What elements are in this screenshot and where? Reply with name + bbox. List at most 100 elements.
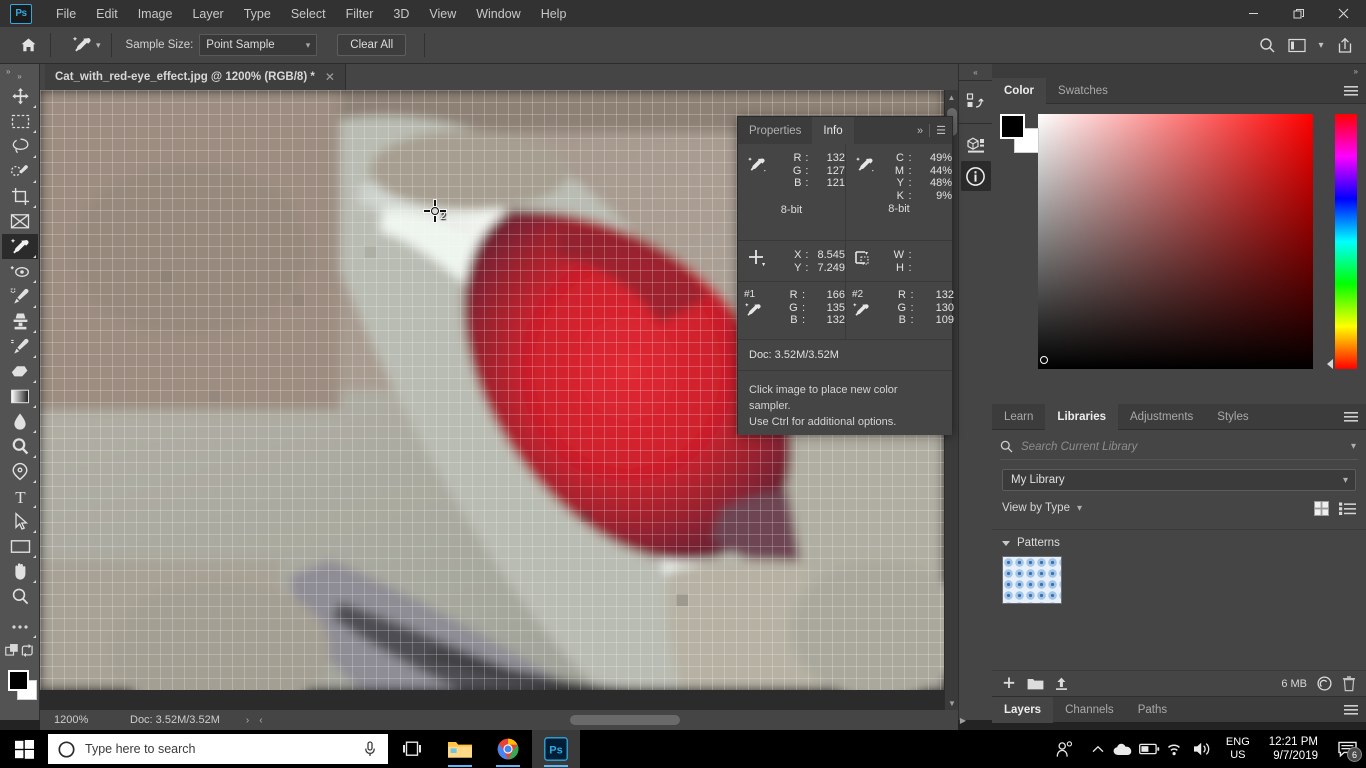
horizontal-scroll-thumb[interactable] <box>570 715 680 725</box>
color-panel-swatches[interactable] <box>1000 114 1040 154</box>
sidebar-tool-move[interactable] <box>2 84 38 109</box>
menu-file[interactable]: File <box>46 3 86 25</box>
upload-icon[interactable] <box>1054 676 1069 691</box>
library-search-field[interactable]: Search Current Library ▾ <box>1000 434 1358 460</box>
tab-adjustments[interactable]: Adjustments <box>1118 404 1205 430</box>
trash-icon[interactable] <box>1342 675 1356 692</box>
color-panel[interactable] <box>992 104 1366 404</box>
sidebar-tool-edit-toolbar[interactable] <box>2 614 38 639</box>
microphone-icon[interactable] <box>364 741 376 757</box>
tab-paths[interactable]: Paths <box>1126 697 1179 723</box>
3d-panel-icon-button[interactable] <box>961 129 991 159</box>
menu-view[interactable]: View <box>419 3 466 25</box>
sidebar-tool-history-brush[interactable] <box>2 334 38 359</box>
scroll-right-arrow[interactable]: ▶ <box>956 713 970 727</box>
file-explorer-button[interactable] <box>436 730 484 768</box>
tabbar-collapse-button[interactable]: » <box>6 67 10 76</box>
libraries-panel-menu-button[interactable] <box>1344 404 1358 430</box>
close-icon[interactable]: ✕ <box>325 70 335 84</box>
chevron-down-icon[interactable]: ▾ <box>1351 441 1356 452</box>
menu-edit[interactable]: Edit <box>86 3 128 25</box>
color-sampler-marker[interactable]: 2 <box>424 200 446 222</box>
sidebar-tool-eyedropper[interactable] <box>2 234 38 259</box>
color-ramp-field[interactable] <box>1038 114 1313 369</box>
volume-button[interactable] <box>1189 730 1217 768</box>
photoshop-button[interactable]: Ps <box>532 730 580 768</box>
status-next-arrow[interactable]: › <box>246 715 249 726</box>
foreground-color-swatch[interactable] <box>8 670 29 691</box>
sidebar-tool-brush[interactable] <box>2 284 38 309</box>
menu-type[interactable]: Type <box>234 3 281 25</box>
new-library-icon[interactable] <box>1027 677 1044 691</box>
workspace-button[interactable] <box>1284 32 1310 58</box>
sidebar-tool-hand[interactable] <box>2 559 38 584</box>
layers-panel-menu-button[interactable] <box>1344 697 1358 723</box>
menu-3d[interactable]: 3D <box>383 3 419 25</box>
view-by-label[interactable]: View by Type <box>1002 502 1070 514</box>
grid-view-icon[interactable] <box>1314 500 1329 516</box>
show-hidden-icons-button[interactable] <box>1085 730 1111 768</box>
tab-color[interactable]: Color <box>992 78 1047 104</box>
maximize-button[interactable] <box>1276 0 1321 27</box>
foreground-color-chip[interactable] <box>1000 114 1025 139</box>
start-button[interactable] <box>0 730 48 768</box>
sidebar-tool-dodge[interactable] <box>2 434 38 459</box>
battery-button[interactable] <box>1137 730 1163 768</box>
sidebar-tool-path-selection[interactable] <box>2 509 38 534</box>
menu-window[interactable]: Window <box>466 3 530 25</box>
color-swatches[interactable] <box>0 664 40 710</box>
sidebar-tool-zoom[interactable] <box>2 584 38 609</box>
language-indicator[interactable]: ENG US <box>1217 736 1259 762</box>
info-panel-icon-button[interactable] <box>960 161 991 191</box>
tab-libraries[interactable]: Libraries <box>1045 404 1118 430</box>
tab-learn[interactable]: Learn <box>992 404 1045 430</box>
history-panel-icon-button[interactable] <box>961 86 991 116</box>
search-button[interactable] <box>1254 32 1280 58</box>
color-panel-menu-button[interactable] <box>1344 78 1358 104</box>
canvas-horizontal-scrollbar[interactable]: ▶ <box>530 713 970 727</box>
menu-select[interactable]: Select <box>281 3 336 25</box>
list-view-icon[interactable] <box>1339 502 1356 515</box>
library-item-pattern[interactable] <box>1002 556 1062 604</box>
zoom-level-field[interactable]: 1200% <box>40 714 100 726</box>
people-button[interactable] <box>1045 730 1085 768</box>
close-button[interactable] <box>1321 0 1366 27</box>
home-button[interactable] <box>12 32 44 58</box>
tab-channels[interactable]: Channels <box>1053 697 1126 723</box>
sidebar-tool-frame[interactable] <box>2 209 38 234</box>
wifi-button[interactable] <box>1163 730 1189 768</box>
expand-panels-icon[interactable]: » <box>917 125 923 137</box>
status-prev-arrow[interactable]: ‹ <box>259 715 262 726</box>
task-view-button[interactable] <box>388 730 436 768</box>
sidebar-tool-rectangle[interactable] <box>2 534 38 559</box>
dock-collapse-button[interactable]: « <box>959 64 992 80</box>
sidebar-tool-eraser[interactable] <box>2 359 38 384</box>
menu-image[interactable]: Image <box>128 3 183 25</box>
add-content-icon[interactable] <box>1002 676 1017 691</box>
library-section-patterns[interactable]: Patterns <box>992 529 1366 549</box>
menu-layer[interactable]: Layer <box>182 3 233 25</box>
sidebar-tool-marquee[interactable] <box>2 109 38 134</box>
document-tab[interactable]: Cat_with_red-eye_effect.jpg @ 1200% (RGB… <box>45 64 346 90</box>
sidebar-tool-pen[interactable] <box>2 459 38 484</box>
scroll-down-arrow[interactable]: ▼ <box>945 696 958 710</box>
sidebar-tool-blur[interactable] <box>2 409 38 434</box>
chevron-down-icon[interactable]: ▾ <box>1077 503 1082 514</box>
share-button[interactable] <box>1332 32 1358 58</box>
library-select[interactable]: My Library ▾ <box>1002 469 1356 491</box>
tab-info[interactable]: Info <box>812 117 854 144</box>
sidebar-tool-gradient[interactable] <box>2 384 38 409</box>
sidebar-tool-clone-stamp[interactable] <box>2 309 38 334</box>
quick-mask-icon[interactable] <box>5 643 20 658</box>
sample-size-select[interactable]: Point Sample ▾ <box>199 34 318 56</box>
panel-menu-icon[interactable]: ☰ <box>936 124 946 137</box>
creative-cloud-icon[interactable] <box>1316 676 1333 691</box>
tool-preset-picker[interactable]: ▾ <box>67 33 105 57</box>
tab-swatches[interactable]: Swatches <box>1046 78 1120 104</box>
menu-filter[interactable]: Filter <box>336 3 384 25</box>
tab-layers[interactable]: Layers <box>992 697 1054 723</box>
sidebar-tool-type[interactable]: T <box>2 484 38 509</box>
taskbar-search-box[interactable]: Type here to search <box>48 734 388 764</box>
sidebar-tool-object-selection[interactable] <box>2 159 38 184</box>
menu-help[interactable]: Help <box>531 3 577 25</box>
